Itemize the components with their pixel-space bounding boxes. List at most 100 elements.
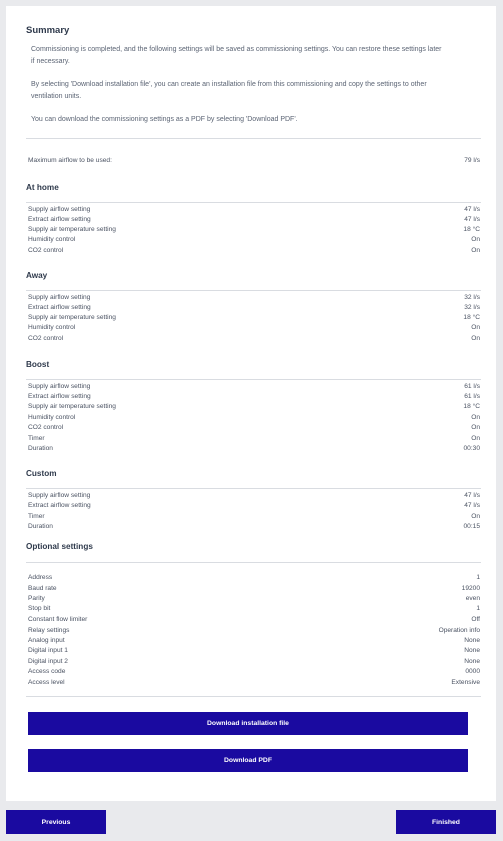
section-title-away: Away (26, 271, 48, 280)
table-row: Constant flow limiter Off (28, 615, 480, 625)
table-row: Supply airflow setting 47 l/s (28, 491, 480, 501)
row-value: On (471, 247, 480, 254)
row-value: Extensive (451, 679, 480, 686)
table-row: Humidity control On (28, 235, 480, 245)
row-value: On (471, 414, 480, 421)
row-value: 00:30 (463, 445, 480, 452)
row-value: 47 l/s (464, 206, 480, 213)
row-label: Digital input 1 (28, 647, 68, 654)
row-value: None (464, 658, 480, 665)
table-row: CO2 control On (28, 423, 480, 433)
row-label: Access level (28, 679, 65, 686)
table-row: Extract airflow setting 32 l/s (28, 303, 480, 313)
row-label: Supply air temperature setting (28, 403, 116, 410)
table-row: Supply air temperature setting 18 °C (28, 402, 480, 412)
summary-title: Summary (26, 25, 70, 36)
max-airflow-row: Maximum airflow to be used: 79 l/s (28, 156, 480, 166)
row-label: Address (28, 574, 53, 581)
row-label: Stop bit (28, 605, 51, 612)
paragraph-line: if necessary. (31, 57, 70, 65)
row-label: CO2 control (28, 335, 64, 342)
table-row: Access level Extensive (28, 678, 480, 688)
row-label: Timer (28, 435, 45, 442)
table-row: Baud rate 19200 (28, 584, 480, 594)
row-value: On (471, 513, 480, 520)
row-value: 32 l/s (464, 294, 480, 301)
table-row: Supply airflow setting 32 l/s (28, 293, 480, 303)
row-value: On (471, 335, 480, 342)
row-label: Digital input 2 (28, 658, 68, 665)
row-value: 32 l/s (464, 304, 480, 311)
table-row: Supply airflow setting 47 l/s (28, 205, 480, 215)
row-value: even (465, 595, 480, 602)
row-label: Extract airflow setting (28, 502, 91, 509)
row-value: 18 °C (463, 314, 480, 321)
section-title-custom: Custom (26, 469, 57, 478)
divider (26, 290, 481, 291)
paragraph-line: By selecting 'Download installation file… (31, 81, 427, 88)
paragraph-line: ventilation units. (31, 92, 82, 100)
row-value: 61 l/s (464, 383, 480, 390)
row-value: 18 °C (463, 226, 480, 233)
section-title-at-home: At home (26, 183, 59, 192)
row-value: 1 (476, 574, 480, 581)
section-title-optional-settings: Optional settings (26, 542, 93, 551)
summary-card: Summary Commissioning is completed, and … (6, 6, 496, 801)
download-installation-file-button[interactable]: Download installation file (28, 712, 468, 735)
row-label: Analog input (28, 637, 65, 644)
row-label: Humidity control (28, 324, 76, 331)
row-label: Duration (28, 523, 53, 530)
summary-paragraph-2: By selecting 'Download installation file… (31, 79, 481, 102)
section-title-boost: Boost (26, 360, 50, 369)
row-value: 47 l/s (464, 492, 480, 499)
row-label: Supply air temperature setting (28, 314, 116, 321)
table-row: Extract airflow setting 47 l/s (28, 215, 480, 225)
row-label: Extract airflow setting (28, 304, 91, 311)
row-value: 00:15 (463, 523, 480, 530)
table-row: CO2 control On (28, 246, 480, 256)
row-label: CO2 control (28, 424, 64, 431)
finished-button[interactable]: Finished (396, 810, 496, 834)
summary-paragraph-1: Commissioning is completed, and the foll… (31, 44, 481, 67)
previous-button[interactable]: Previous (6, 810, 106, 834)
row-value: On (471, 236, 480, 243)
row-label: Extract airflow setting (28, 216, 91, 223)
max-airflow-value: 79 l/s (464, 157, 480, 164)
table-row: Timer On (28, 512, 480, 522)
max-airflow-label: Maximum airflow to be used: (28, 157, 112, 164)
row-value: On (471, 424, 480, 431)
table-row: Duration 00:15 (28, 522, 480, 532)
row-label: Duration (28, 445, 53, 452)
row-label: Supply airflow setting (28, 206, 91, 213)
row-value: 61 l/s (464, 393, 480, 400)
row-label: Supply air temperature setting (28, 226, 116, 233)
row-value: 47 l/s (464, 216, 480, 223)
download-pdf-button[interactable]: Download PDF (28, 749, 468, 772)
row-label: Timer (28, 513, 45, 520)
row-value: None (464, 647, 480, 654)
divider (26, 488, 481, 489)
table-row: Extract airflow setting 47 l/s (28, 501, 480, 511)
row-value: On (471, 324, 480, 331)
row-label: Access code (28, 668, 66, 675)
table-row: CO2 control On (28, 334, 480, 344)
row-label: Extract airflow setting (28, 393, 91, 400)
row-label: Constant flow limiter (28, 616, 88, 623)
row-value: Operation info (438, 627, 480, 634)
row-value: 47 l/s (464, 502, 480, 509)
table-row: Timer On (28, 434, 480, 444)
divider (26, 138, 481, 139)
table-row: Analog input None (28, 636, 480, 646)
row-label: Supply airflow setting (28, 383, 91, 390)
row-value: 19200 (461, 585, 480, 592)
row-label: Humidity control (28, 414, 76, 421)
paragraph-line: You can download the commissioning setti… (31, 116, 298, 123)
row-value: 18 °C (463, 403, 480, 410)
row-label: CO2 control (28, 247, 64, 254)
paragraph-line: Commissioning is completed, and the foll… (31, 46, 442, 53)
table-row: Humidity control On (28, 413, 480, 423)
row-value: On (471, 435, 480, 442)
table-row: Address 1 (28, 573, 480, 583)
row-label: Supply airflow setting (28, 492, 91, 499)
table-row: Digital input 2 None (28, 657, 480, 667)
